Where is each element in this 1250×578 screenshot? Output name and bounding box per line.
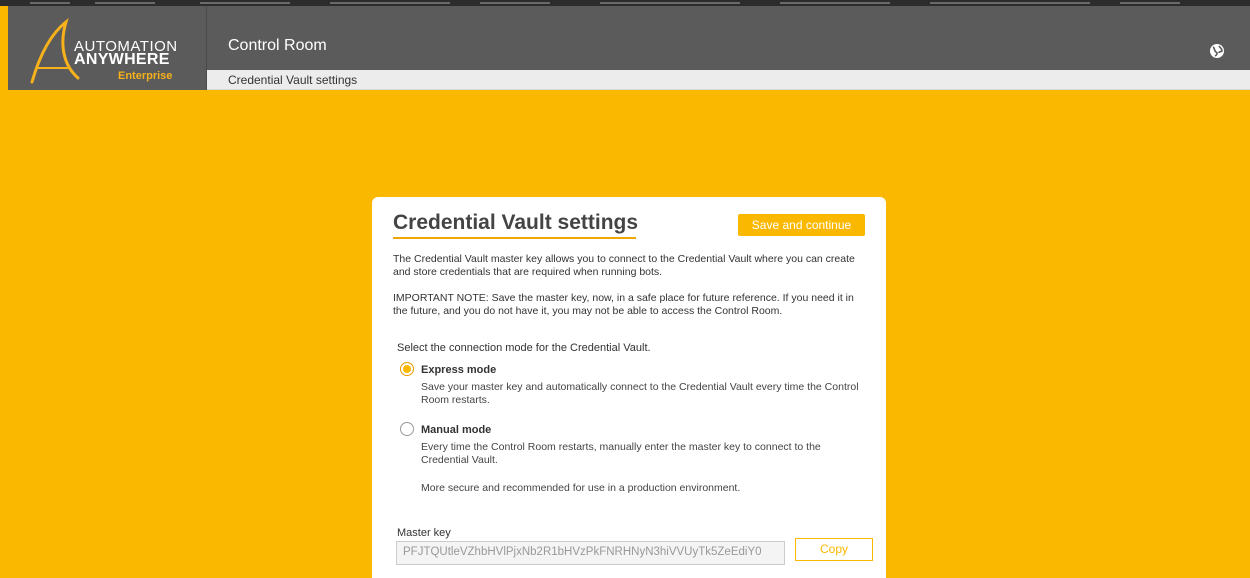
breadcrumb: Credential Vault settings: [228, 73, 358, 87]
master-key-label: Master key: [397, 527, 451, 539]
brand-edition: Enterprise: [118, 70, 173, 82]
credential-vault-card: Credential Vault settings Save and conti…: [372, 197, 886, 578]
copy-button[interactable]: Copy: [795, 538, 873, 561]
globe-icon[interactable]: [1209, 43, 1225, 59]
title-underline: [393, 237, 636, 239]
app-title: Control Room: [228, 37, 327, 54]
manual-mode-description: Every time the Control Room restarts, ma…: [421, 441, 821, 466]
express-mode-description: Save your master key and automatically c…: [421, 381, 859, 406]
brand-line2: ANYWHERE: [74, 51, 170, 68]
express-mode-label[interactable]: Express mode: [421, 364, 496, 376]
intro-paragraph: The Credential Vault master key allows y…: [393, 253, 855, 278]
master-key-field[interactable]: PFJTQUtleVZhbHVlPjxNb2R1bHVzPkFNRHNyN3hi…: [396, 541, 785, 565]
manual-mode-label[interactable]: Manual mode: [421, 424, 491, 436]
page-title: Credential Vault settings: [393, 211, 639, 234]
connection-mode-label: Select the connection mode for the Crede…: [397, 342, 651, 354]
app-header: AUTOMATION ANYWHERE Enterprise Control R…: [8, 6, 1250, 90]
express-mode-radio[interactable]: [400, 362, 414, 376]
manual-mode-note: More secure and recommended for use in a…: [421, 482, 741, 494]
brand-logo[interactable]: AUTOMATION ANYWHERE Enterprise: [8, 6, 207, 90]
save-and-continue-button[interactable]: Save and continue: [738, 214, 865, 236]
breadcrumb-bar: Credential Vault settings: [207, 70, 1250, 90]
manual-mode-radio[interactable]: [400, 422, 414, 436]
important-note: IMPORTANT NOTE: Save the master key, now…: [393, 292, 854, 317]
